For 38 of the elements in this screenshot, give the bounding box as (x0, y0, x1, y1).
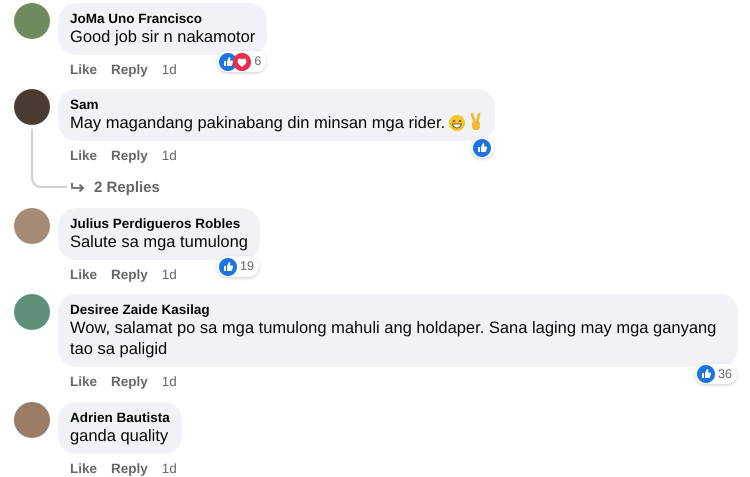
timestamp[interactable]: 1d (162, 146, 177, 166)
author-name[interactable]: Adrien Bautista (70, 410, 170, 426)
comment-action-link[interactable]: Like (70, 146, 98, 166)
comment-action-link[interactable]: Reply (111, 458, 148, 477)
timestamp[interactable]: 1d (162, 372, 177, 392)
author-name[interactable]: Desiree Zaide Kasilag (70, 302, 726, 318)
like-reaction-icon (697, 364, 716, 383)
author-name[interactable]: Julius Perdigueros Robles (70, 216, 248, 232)
grinning-face-icon (449, 115, 466, 132)
reply-arrow-icon (70, 182, 86, 194)
comment-action-link[interactable]: Like (70, 372, 98, 392)
comment-text: Salute sa mga tumulong (70, 232, 248, 253)
comment-action-link[interactable]: Reply (111, 265, 148, 286)
comment-text: ganda quality (70, 426, 170, 446)
avatar-placeholder[interactable] (14, 89, 50, 126)
comment-text: May magandang pakinabang din minsan mga rider. (70, 113, 484, 134)
timestamp[interactable]: 1d (162, 458, 177, 477)
heart-reaction-icon (233, 52, 252, 71)
view-replies-link[interactable]: 2 Replies (94, 176, 160, 199)
timestamp[interactable]: 1d (162, 265, 177, 286)
reaction-count-pill[interactable] (471, 138, 494, 158)
comment-action-link[interactable]: Like (70, 265, 98, 286)
comment-text: Good job sir n nakamotor (70, 27, 256, 48)
reaction-count-pill[interactable]: 19 (217, 256, 259, 277)
reaction-count-pill[interactable]: 6 (217, 51, 266, 72)
author-name[interactable]: JoMa Uno Francisco (70, 11, 256, 27)
comment-text: Wow, salamat po sa mga tumulong mahuli ang holdaper. Sana laging may mga ganyang tao sa paligid (70, 318, 718, 360)
timestamp[interactable]: 1d (162, 60, 177, 80)
author-name[interactable]: Sam (70, 97, 484, 114)
comment-action-link[interactable]: Like (70, 458, 98, 477)
like-reaction-icon (219, 258, 238, 276)
comment-action-link[interactable]: Reply (111, 146, 148, 166)
comment-action-link[interactable]: Reply (111, 372, 148, 392)
reaction-count-pill[interactable]: 36 (695, 364, 737, 384)
peace-hand-icon (469, 113, 484, 132)
comment-action-link[interactable]: Like (70, 60, 98, 80)
comment-action-link[interactable]: Reply (111, 60, 148, 80)
like-reaction-icon (473, 139, 492, 158)
